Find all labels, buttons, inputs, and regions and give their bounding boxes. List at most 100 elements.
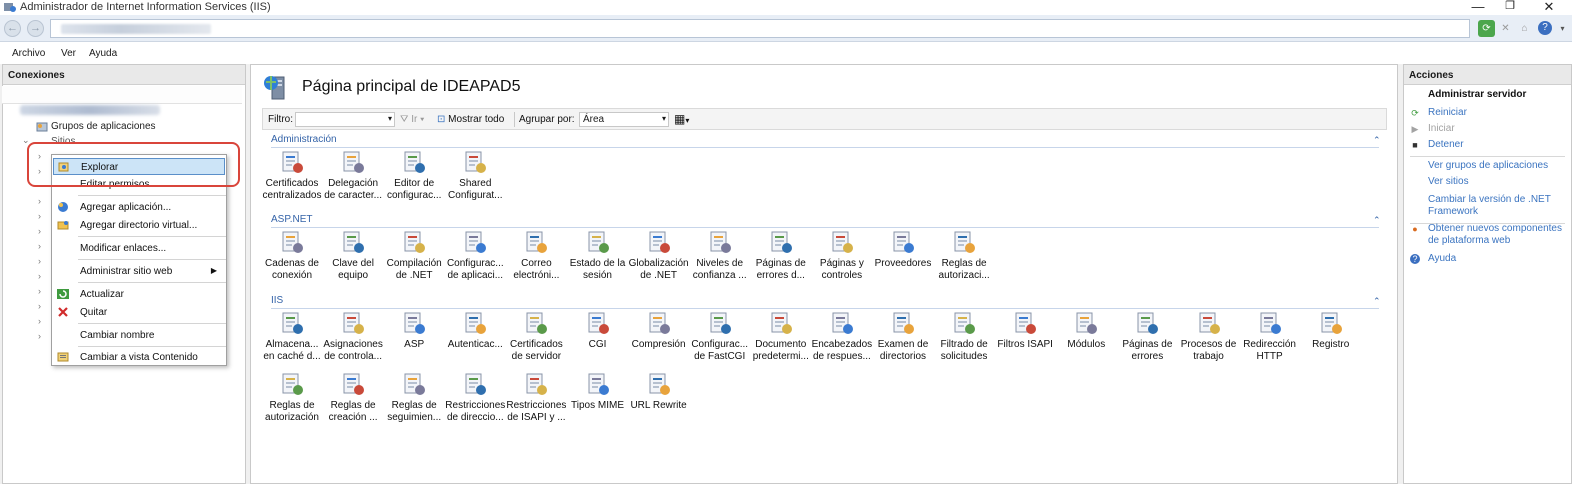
collapse-section-icon[interactable]: ⌃ bbox=[1373, 135, 1381, 146]
feature-tile[interactable]: Niveles de confianza ... bbox=[689, 229, 751, 282]
collapse-section-icon[interactable]: ⌃ bbox=[1373, 296, 1381, 307]
chevron-right-icon[interactable]: › bbox=[38, 331, 41, 341]
filter-go-button[interactable]: ⛛ Ir ▾ bbox=[400, 114, 424, 125]
feature-tile[interactable]: Redirección HTTP bbox=[1239, 310, 1301, 363]
action-link[interactable]: Ayuda bbox=[1428, 253, 1568, 265]
feature-tile[interactable]: Reglas de seguimien... bbox=[383, 371, 445, 424]
feature-tile[interactable]: Asignaciones de controla... bbox=[322, 310, 384, 363]
ctx-agregar-directorio[interactable]: Agregar directorio virtual... bbox=[53, 217, 225, 234]
ctx-administrar-sitio[interactable]: Administrar sitio web ▶ bbox=[53, 263, 225, 280]
chevron-right-icon[interactable]: › bbox=[38, 256, 41, 266]
feature-tile[interactable]: Páginas de errores d... bbox=[750, 229, 812, 282]
feature-tile[interactable]: Módulos bbox=[1055, 310, 1117, 351]
page-title: Página principal de IDEAPAD5 bbox=[302, 78, 521, 95]
maximize-button[interactable]: ❐ bbox=[1495, 0, 1525, 14]
feature-tile[interactable]: Correo electróni... bbox=[505, 229, 567, 282]
feature-tile[interactable]: Configurac... de FastCGI bbox=[689, 310, 751, 363]
refresh-toolbar-icon[interactable]: ⟳ bbox=[1478, 20, 1495, 37]
chevron-right-icon[interactable]: › bbox=[38, 301, 41, 311]
close-button[interactable]: ✕ bbox=[1534, 0, 1564, 14]
chevron-right-icon[interactable]: › bbox=[38, 196, 41, 206]
feature-tile[interactable]: Cadenas de conexión bbox=[261, 229, 323, 282]
action-link[interactable]: Iniciar bbox=[1428, 123, 1568, 135]
feature-tile[interactable]: Reglas de autorización bbox=[261, 371, 323, 424]
feature-label: de .NET bbox=[395, 270, 433, 281]
menu-archivo[interactable]: Archivo bbox=[12, 48, 45, 59]
address-field[interactable] bbox=[50, 19, 1470, 38]
feature-tile[interactable]: Estado de la sesión bbox=[567, 229, 629, 282]
menu-ayuda[interactable]: Ayuda bbox=[89, 48, 117, 59]
ctx-quitar[interactable]: Quitar bbox=[53, 304, 225, 321]
feature-tile[interactable]: Compilación de .NET bbox=[383, 229, 445, 282]
feature-tile[interactable]: Procesos de trabajo bbox=[1178, 310, 1240, 363]
show-all-button[interactable]: ⊡ Mostrar todo bbox=[437, 114, 504, 125]
feature-tile[interactable]: Reglas de autorizaci... bbox=[933, 229, 995, 282]
menu-ver[interactable]: Ver bbox=[61, 48, 76, 59]
feature-tile[interactable]: Editor de configurac... bbox=[383, 149, 445, 202]
home-toolbar-icon[interactable]: ⌂ bbox=[1516, 20, 1533, 37]
chevron-right-icon[interactable]: › bbox=[38, 226, 41, 236]
tree-item-app-pools[interactable]: Grupos de aplicaciones bbox=[51, 121, 156, 132]
feature-tile[interactable]: Certificados de servidor bbox=[505, 310, 567, 363]
feature-tile[interactable]: Proveedores bbox=[872, 229, 934, 270]
server-node-blurred[interactable] bbox=[20, 105, 160, 115]
action-link[interactable]: Ver grupos de aplicaciones bbox=[1428, 160, 1568, 172]
filter-input[interactable]: ▾ bbox=[295, 112, 395, 127]
action-link[interactable]: Detener bbox=[1428, 139, 1568, 151]
action-link[interactable]: Obtener nuevos componentes de plataforma… bbox=[1428, 223, 1568, 247]
feature-tile[interactable]: Reglas de creación ... bbox=[322, 371, 384, 424]
chevron-right-icon[interactable]: › bbox=[38, 316, 41, 326]
feature-tile[interactable]: Almacena... en caché d... bbox=[261, 310, 323, 363]
group-by-select[interactable]: Área ▾ bbox=[579, 112, 669, 127]
view-mode-icon[interactable]: ▦▾ bbox=[674, 112, 689, 126]
feature-tile[interactable]: Tipos MIME bbox=[567, 371, 629, 412]
chevron-right-icon[interactable]: › bbox=[38, 211, 41, 221]
feature-tile[interactable]: Páginas y controles bbox=[811, 229, 873, 282]
action-link[interactable]: Reiniciar bbox=[1428, 107, 1568, 119]
chevron-right-icon[interactable]: › bbox=[38, 286, 41, 296]
feature-label: de FastCGI bbox=[694, 351, 746, 362]
feature-tile[interactable]: Delegación de caracter... bbox=[322, 149, 384, 202]
ctx-vista-contenido[interactable]: Cambiar a vista Contenido bbox=[53, 349, 225, 366]
ctx-agregar-aplicacion[interactable]: Agregar aplicación... bbox=[53, 199, 225, 216]
section-header[interactable]: ASP.NET bbox=[271, 214, 313, 225]
chevron-right-icon[interactable]: › bbox=[38, 241, 41, 251]
feature-tile[interactable]: Encabezados de respues... bbox=[811, 310, 873, 363]
action-link[interactable]: Cambiar la versión de .NET Framework bbox=[1428, 194, 1568, 218]
forward-button[interactable]: → bbox=[27, 20, 44, 37]
feature-tile[interactable]: Restricciones de direccio... bbox=[444, 371, 506, 424]
feature-tile[interactable]: Páginas de errores bbox=[1116, 310, 1178, 363]
stop-toolbar-icon[interactable]: ✕ bbox=[1497, 20, 1514, 37]
section-header[interactable]: IIS bbox=[271, 295, 283, 306]
feature-tile[interactable]: CGI bbox=[567, 310, 629, 351]
help-toolbar-icon[interactable]: ? bbox=[1538, 21, 1552, 35]
chevron-right-icon[interactable]: › bbox=[38, 271, 41, 281]
feature-label: Almacena... bbox=[265, 339, 319, 350]
feature-tile[interactable]: Configurac... de aplicaci... bbox=[444, 229, 506, 282]
collapse-section-icon[interactable]: ⌃ bbox=[1373, 215, 1381, 226]
feature-tile[interactable]: Shared Configurat... bbox=[444, 149, 506, 202]
feature-tile[interactable]: Globalización de .NET bbox=[628, 229, 690, 282]
ctx-modificar-enlaces[interactable]: Modificar enlaces... bbox=[53, 240, 225, 257]
feature-tile[interactable]: Compresión bbox=[628, 310, 690, 351]
minimize-button[interactable]: — bbox=[1463, 0, 1493, 14]
help-dropdown-icon[interactable]: ▾ bbox=[1554, 20, 1571, 37]
section-header[interactable]: Administración bbox=[271, 134, 337, 145]
feature-tile[interactable]: Registro bbox=[1300, 310, 1362, 351]
feature-tile[interactable]: Filtrado de solicitudes bbox=[933, 310, 995, 363]
feature-tile[interactable]: Documento predetermi... bbox=[750, 310, 812, 363]
feature-tile[interactable]: Clave del equipo bbox=[322, 229, 384, 282]
feature-tile[interactable]: URL Rewrite bbox=[628, 371, 690, 412]
action-link[interactable]: Ver sitios bbox=[1428, 176, 1568, 188]
back-button[interactable]: ← bbox=[4, 20, 21, 37]
isapi-filters-icon bbox=[1012, 310, 1038, 336]
feature-tile[interactable]: Examen de directorios bbox=[872, 310, 934, 363]
feature-tile[interactable]: ASP bbox=[383, 310, 445, 351]
feature-tile[interactable]: Filtros ISAPI bbox=[994, 310, 1056, 351]
feature-tile[interactable]: Restricciones de ISAPI y ... bbox=[505, 371, 567, 424]
feature-tile[interactable]: Autenticac... bbox=[444, 310, 506, 351]
ctx-actualizar[interactable]: Actualizar bbox=[53, 286, 225, 303]
feature-tile[interactable]: Certificados centralizados bbox=[261, 149, 323, 202]
ctx-cambiar-nombre[interactable]: Cambiar nombre bbox=[53, 327, 225, 344]
show-all-icon: ⊡ bbox=[437, 114, 446, 125]
